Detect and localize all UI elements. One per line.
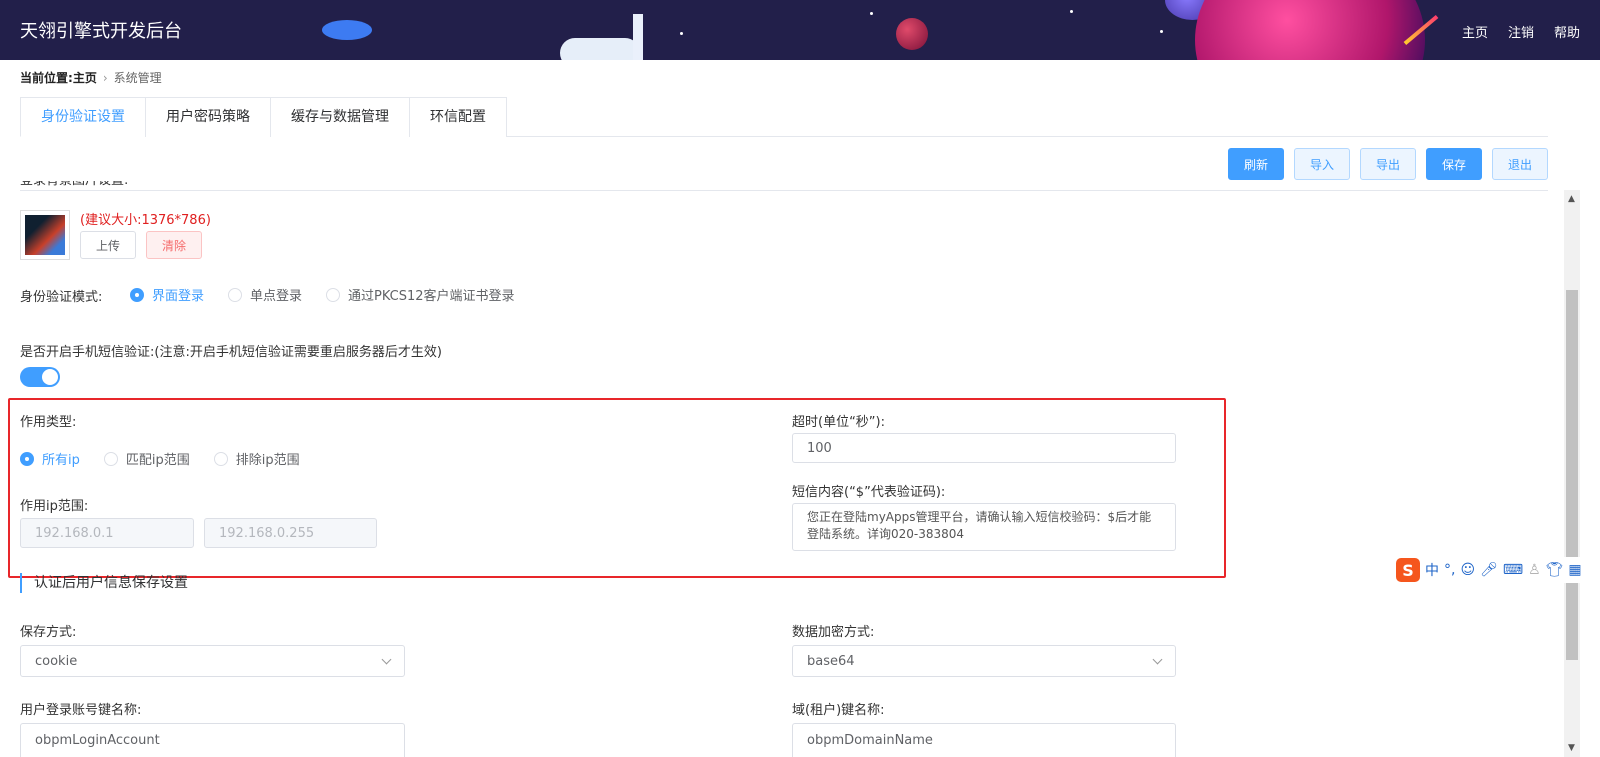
sms-content-label: 短信内容(“$”代表验证码): (792, 485, 946, 500)
breadcrumb-prefix: 当前位置: (20, 71, 73, 85)
radio-label: 通过PKCS12客户端证书登录 (348, 289, 515, 304)
nav-logout-link[interactable]: 注销 (1508, 22, 1534, 41)
domain-key-input[interactable]: obpmDomainName (792, 723, 1176, 757)
radio-unchecked-icon (228, 287, 243, 302)
skin-icon[interactable]: 👕︎ (1546, 562, 1564, 578)
save-method-label: 保存方式: (20, 625, 77, 640)
account-key-input[interactable]: obpmLoginAccount (20, 723, 405, 757)
grid-menu-icon[interactable]: ▦ (1568, 562, 1581, 578)
star-decoration (870, 12, 873, 15)
radio-label: 匹配ip范围 (125, 453, 190, 468)
radio-unchecked-icon (326, 287, 341, 302)
radio-label: 界面登录 (152, 289, 205, 304)
radio-sso-login[interactable]: 单点登录 (228, 285, 302, 304)
save-method-select[interactable]: cookie (20, 645, 405, 677)
radio-label: 排除ip范围 (235, 453, 300, 468)
divider (20, 190, 1548, 191)
highlight-box (8, 398, 1226, 578)
login-bg-thumbnail (20, 210, 70, 260)
scroll-up-icon[interactable]: ▲ (1568, 194, 1575, 204)
scope-radio-group: 所有ip 匹配ip范围 排除ip范围 (20, 449, 300, 468)
scroll-down-icon[interactable]: ▼ (1568, 743, 1575, 753)
breadcrumb-home[interactable]: 主页 (73, 69, 97, 86)
keyboard-icon[interactable]: ⌨ (1503, 562, 1523, 578)
timeout-input[interactable]: 100 (792, 433, 1176, 463)
encrypt-method-label: 数据加密方式: (792, 625, 875, 640)
ip-start-input[interactable]: 192.168.0.1 (20, 518, 194, 548)
planet-decoration (1195, 0, 1425, 60)
account-key-label: 用户登录账号键名称: (20, 703, 142, 718)
sogou-logo-icon[interactable]: S (1396, 558, 1420, 582)
login-bg-label: 登录背景图片设置: (20, 181, 128, 191)
toolbar: 刷新 导入 导出 保存 退出 (1228, 148, 1548, 180)
breadcrumb-separator-icon: › (102, 70, 108, 85)
star-decoration (1160, 30, 1163, 33)
radio-checked-icon (20, 451, 34, 466)
scope-type-label: 作用类型: (20, 415, 77, 430)
emoji-icon[interactable]: ☺ (1460, 562, 1475, 578)
user-icon[interactable]: ♙ (1528, 562, 1541, 578)
sms-verify-toggle[interactable] (20, 367, 60, 387)
settings-tabs: 身份验证设置 用户密码策略 缓存与数据管理 环信配置 (20, 97, 1548, 137)
scrollbar-thumb[interactable] (1566, 290, 1578, 660)
encrypt-method-select[interactable]: base64 (792, 645, 1176, 677)
radio-ui-login[interactable]: 界面登录 (130, 285, 204, 304)
star-decoration (1070, 10, 1073, 13)
select-value: base64 (807, 653, 855, 669)
header-nav: 主页 注销 帮助 (1462, 22, 1580, 41)
cloud-decoration (560, 38, 640, 60)
radio-checked-icon (130, 287, 144, 302)
scrollbar[interactable]: ▲ ▼ (1564, 190, 1580, 757)
chevron-down-icon (381, 654, 392, 664)
import-button[interactable]: 导入 (1294, 148, 1350, 180)
export-button[interactable]: 导出 (1360, 148, 1416, 180)
breadcrumb: 当前位置: 主页 › 系统管理 (20, 69, 162, 86)
tab-auth-settings[interactable]: 身份验证设置 (20, 97, 146, 137)
sms-verify-label: 是否开启手机短信验证:(注意:开启手机短信验证需要重启服务器后才生效) (20, 345, 442, 360)
select-value: cookie (35, 653, 78, 669)
timeout-label: 超时(单位“秒”): (792, 415, 885, 430)
radio-unchecked-icon (213, 451, 228, 466)
red-planet-decoration (896, 18, 928, 50)
tab-easemob-config[interactable]: 环信配置 (409, 97, 507, 137)
lighthouse-decoration (633, 14, 643, 60)
exit-button[interactable]: 退出 (1492, 148, 1548, 180)
section-title: 认证后用户信息保存设置 (20, 573, 188, 593)
star-decoration (680, 32, 683, 35)
breadcrumb-current: 系统管理 (113, 71, 162, 85)
radio-label: 所有ip (42, 453, 80, 468)
login-bg-size-hint: (建议大小:1376*786) (80, 213, 211, 228)
auth-mode-radio-group: 界面登录 单点登录 通过PKCS12客户端证书登录 (130, 285, 515, 304)
clear-button[interactable]: 清除 (146, 231, 202, 259)
ip-end-input[interactable]: 192.168.0.255 (204, 518, 377, 548)
radio-label: 单点登录 (250, 289, 303, 304)
refresh-button[interactable]: 刷新 (1228, 148, 1284, 180)
ip-range-label: 作用ip范围: (20, 499, 89, 514)
auth-mode-label: 身份验证模式: (20, 290, 103, 305)
radio-exclude-ip-range[interactable]: 排除ip范围 (213, 449, 300, 468)
save-button[interactable]: 保存 (1426, 148, 1482, 180)
blimp-decoration (322, 20, 372, 40)
nav-help-link[interactable]: 帮助 (1554, 22, 1580, 41)
ime-language-toggle[interactable]: 中 (1425, 560, 1439, 580)
domain-key-label: 域(租户)键名称: (792, 703, 885, 718)
ime-toolbar: S 中 °, ☺ 🎤︎ ⌨ ♙ 👕︎ ▦ (1394, 557, 1600, 583)
microphone-icon[interactable]: 🎤︎ (1480, 562, 1498, 578)
upload-button[interactable]: 上传 (80, 231, 136, 259)
chevron-down-icon (1152, 654, 1163, 664)
app-header: 天翎引擎式开发后台 主页 注销 帮助 (0, 0, 1600, 60)
tab-password-policy[interactable]: 用户密码策略 (145, 97, 271, 137)
app-title: 天翎引擎式开发后台 (20, 21, 182, 42)
nav-home-link[interactable]: 主页 (1462, 22, 1488, 41)
radio-all-ip[interactable]: 所有ip (20, 449, 80, 468)
ime-punctuation-toggle[interactable]: °, (1444, 562, 1455, 578)
tab-cache-data[interactable]: 缓存与数据管理 (270, 97, 410, 137)
sms-content-textarea[interactable]: 您正在登陆myApps管理平台，请确认输入短信校验码：$后才能登陆系统。详询02… (792, 503, 1176, 551)
radio-unchecked-icon (103, 451, 118, 466)
radio-match-ip-range[interactable]: 匹配ip范围 (103, 449, 190, 468)
radio-pkcs12-login[interactable]: 通过PKCS12客户端证书登录 (326, 285, 515, 304)
